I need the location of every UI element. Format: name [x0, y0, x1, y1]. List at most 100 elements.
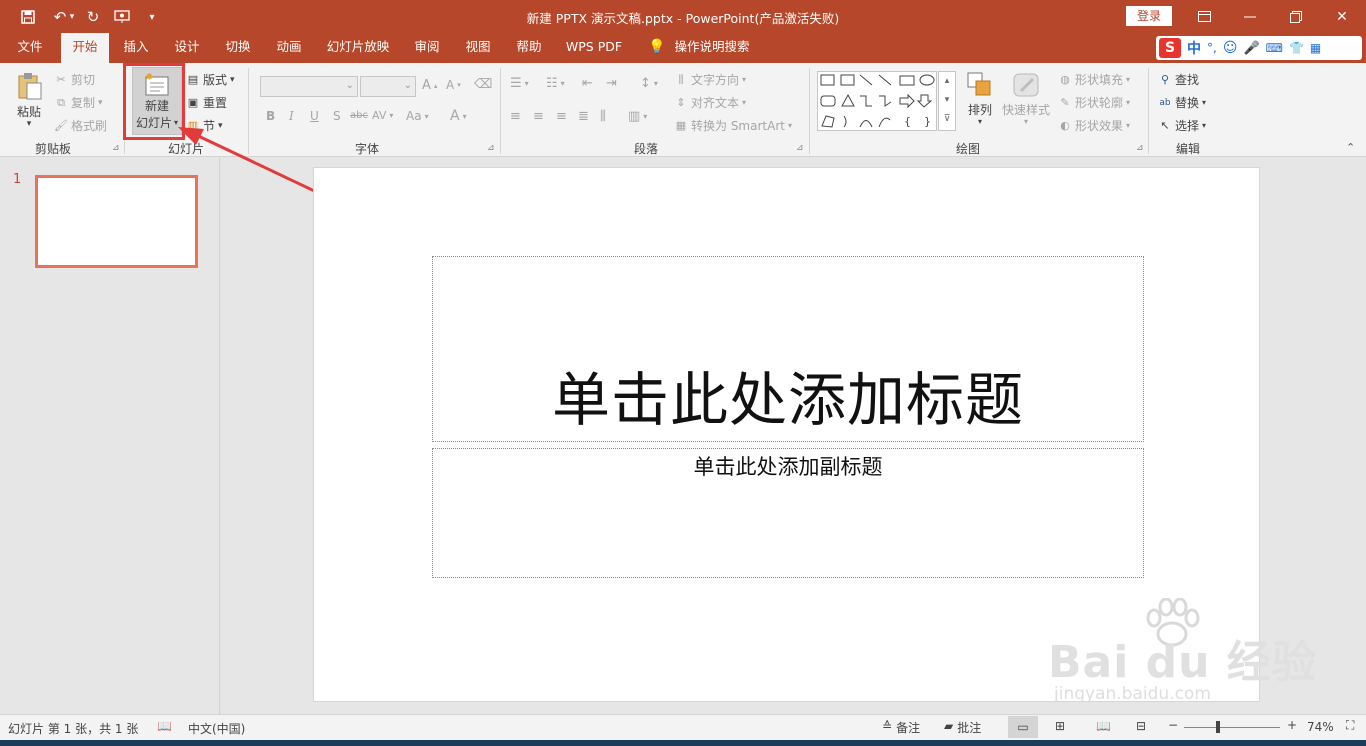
spell-check-icon[interactable]: 📖: [157, 719, 172, 733]
bold-button[interactable]: B: [266, 109, 275, 123]
normal-view-icon[interactable]: ▭: [1008, 716, 1038, 738]
bullets-icon[interactable]: ☰ ▾: [510, 76, 529, 91]
text-direction-button[interactable]: ⫼ 文字方向 ▾: [674, 71, 746, 88]
shape-fill-label: 形状填充: [1075, 73, 1124, 87]
copy-icon: ⧉: [57, 95, 65, 109]
paste-icon: [18, 73, 42, 100]
fit-to-window-icon[interactable]: ⛶: [1346, 718, 1354, 733]
cut-button[interactable]: ✂ 剪切: [54, 71, 95, 88]
minimize-icon[interactable]: [1227, 0, 1273, 33]
font-name-combo[interactable]: ⌄: [260, 76, 358, 97]
emoji-icon[interactable]: ☺: [1223, 40, 1238, 56]
justify-icon[interactable]: ≣: [578, 109, 589, 124]
strikethrough-button[interactable]: abc: [350, 110, 368, 121]
toolbox-icon[interactable]: ▦: [1310, 41, 1321, 55]
replace-label: 替换: [1175, 96, 1200, 110]
quick-styles-button[interactable]: 快速样式 ▾: [1002, 71, 1050, 126]
format-painter-button[interactable]: 🖌 格式刷: [54, 117, 107, 134]
tab-help[interactable]: 帮助: [508, 33, 550, 63]
dialog-launcher-icon[interactable]: ⊿: [1136, 143, 1144, 153]
dialog-launcher-icon[interactable]: ⊿: [487, 143, 495, 153]
tab-slideshow[interactable]: 幻灯片放映: [320, 33, 396, 63]
title-placeholder[interactable]: 单击此处添加标题: [432, 256, 1144, 442]
close-icon[interactable]: ✕: [1319, 0, 1365, 33]
shape-effects-button[interactable]: ◐ 形状效果 ▾: [1058, 117, 1130, 134]
zoom-out-icon[interactable]: −: [1168, 718, 1178, 732]
zoom-slider[interactable]: [1184, 727, 1280, 728]
dialog-launcher-icon[interactable]: ⊿: [112, 143, 120, 153]
comments-button[interactable]: ▰ 批注: [944, 719, 981, 736]
clear-formatting-icon[interactable]: ⌫: [474, 77, 492, 92]
reset-button[interactable]: ▣ 重置: [186, 94, 227, 111]
shape-effects-label: 形状效果: [1075, 119, 1124, 133]
change-case-button[interactable]: Aa ▾: [406, 109, 429, 123]
char-spacing-button[interactable]: AV ▾: [372, 109, 393, 122]
lightbulb-icon[interactable]: 💡: [646, 33, 666, 63]
slide-thumbnail[interactable]: [35, 175, 198, 268]
zoom-slider-thumb[interactable]: [1216, 721, 1220, 733]
tab-review[interactable]: 审阅: [406, 33, 448, 63]
numbering-icon[interactable]: ☷ ▾: [546, 76, 565, 91]
punctuation-icon[interactable]: °,: [1207, 41, 1217, 55]
increase-indent-icon[interactable]: ⇥: [606, 76, 617, 91]
tab-home[interactable]: 开始: [61, 33, 109, 63]
text-shadow-button[interactable]: S: [333, 109, 341, 123]
decrease-indent-icon[interactable]: ⇤: [582, 76, 593, 91]
distributed-icon[interactable]: ⫼: [600, 109, 606, 124]
shape-outline-button[interactable]: ✎ 形状轮廓 ▾: [1058, 94, 1130, 111]
copy-button[interactable]: ⧉ 复制 ▾: [54, 94, 102, 111]
tab-transitions[interactable]: 切换: [217, 33, 259, 63]
tell-me-search[interactable]: 操作说明搜索: [670, 33, 754, 63]
select-button[interactable]: ↖ 选择 ▾: [1158, 117, 1206, 134]
notes-button[interactable]: ≙ 备注: [882, 719, 920, 736]
shape-fill-button[interactable]: ◍ 形状填充 ▾: [1058, 71, 1130, 88]
font-size-combo[interactable]: ⌄: [360, 76, 416, 97]
smartart-button[interactable]: ▦ 转换为 SmartArt ▾: [674, 117, 792, 134]
cursor-icon: ↖: [1160, 118, 1170, 132]
slideshow-view-icon[interactable]: ⊟: [1136, 719, 1146, 733]
shapes-scroll[interactable]: ▴ ▾ ⊽: [938, 71, 956, 131]
shape-outline-label: 形状轮廓: [1075, 96, 1124, 110]
columns-icon[interactable]: ▥ ▾: [628, 109, 647, 124]
slide-info: 幻灯片 第 1 张，共 1 张: [8, 722, 139, 736]
tab-wps-pdf[interactable]: WPS PDF: [558, 33, 630, 63]
collapse-ribbon-icon[interactable]: ⌃: [1346, 141, 1355, 154]
dialog-launcher-icon[interactable]: ⊿: [796, 143, 804, 153]
skin-icon[interactable]: 👕: [1289, 41, 1304, 55]
zoom-level[interactable]: 74%: [1307, 720, 1334, 734]
shapes-gallery[interactable]: {}: [817, 71, 937, 131]
layout-button[interactable]: ▤ 版式 ▾: [186, 71, 235, 88]
align-left-icon[interactable]: ≡: [510, 109, 521, 124]
restore-icon[interactable]: [1273, 0, 1319, 33]
underline-button[interactable]: U: [310, 109, 319, 123]
zoom-in-icon[interactable]: +: [1287, 718, 1297, 732]
paste-button[interactable]: 粘贴 ▾: [14, 71, 44, 129]
decrease-font-icon[interactable]: A ▾: [446, 78, 461, 92]
tab-view[interactable]: 视图: [457, 33, 499, 63]
replace-button[interactable]: ab 替换 ▾: [1158, 94, 1206, 111]
tab-file[interactable]: 文件: [8, 33, 52, 63]
reading-view-icon[interactable]: 📖: [1096, 719, 1111, 733]
subtitle-placeholder[interactable]: 单击此处添加副标题: [432, 448, 1144, 578]
microphone-icon[interactable]: 🎤: [1243, 41, 1259, 56]
align-text-button[interactable]: ⇕ 对齐文本 ▾: [674, 94, 746, 111]
ime-lang[interactable]: 中: [1187, 38, 1201, 58]
align-right-icon[interactable]: ≡: [556, 109, 567, 124]
slide-sorter-icon[interactable]: ⊞: [1055, 719, 1065, 733]
ime-toolbar[interactable]: S 中 °, ☺ 🎤 ⌨ 👕 ▦: [1156, 36, 1362, 60]
italic-button[interactable]: I: [289, 109, 294, 123]
language-indicator[interactable]: 中文(中国): [188, 720, 245, 737]
find-button[interactable]: ⚲ 查找: [1158, 71, 1199, 88]
arrange-button[interactable]: 排列 ▾: [966, 71, 994, 126]
align-center-icon[interactable]: ≡: [533, 109, 544, 124]
tab-insert[interactable]: 插入: [115, 33, 157, 63]
quick-styles-icon: [1013, 73, 1039, 97]
keyboard-icon[interactable]: ⌨: [1266, 41, 1283, 55]
line-spacing-icon[interactable]: ↕ ▾: [640, 76, 658, 91]
increase-font-icon[interactable]: A ▴: [422, 78, 437, 93]
ribbon-display-options-icon[interactable]: [1181, 0, 1227, 33]
tab-design[interactable]: 设计: [166, 33, 208, 63]
login-button[interactable]: 登录: [1126, 6, 1172, 26]
font-color-button[interactable]: A ▾: [450, 108, 467, 124]
tab-animations[interactable]: 动画: [268, 33, 310, 63]
